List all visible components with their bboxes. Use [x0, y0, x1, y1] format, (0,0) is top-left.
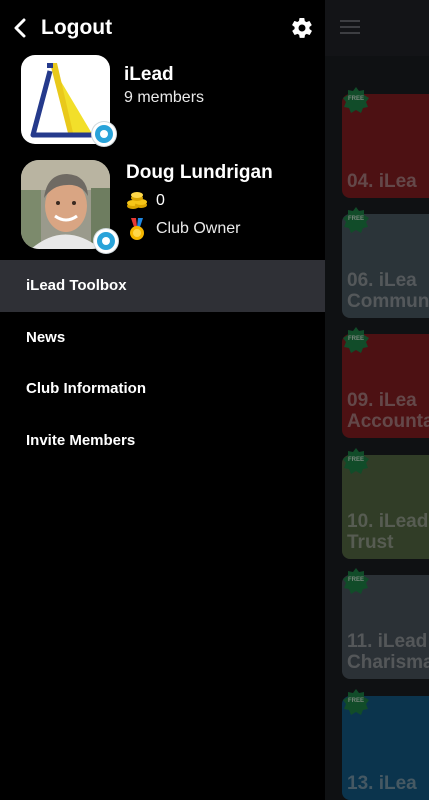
menu-item-news[interactable]: News	[0, 312, 325, 364]
club-name: iLead	[124, 64, 174, 85]
menu-item-club-information[interactable]: Club Information	[0, 363, 325, 415]
drawer-scrim[interactable]	[325, 0, 429, 800]
coins-icon	[127, 192, 147, 209]
user-name: Doug Lundrigan	[126, 162, 273, 183]
logout-button[interactable]: Logout	[41, 16, 112, 40]
menu-item-invite-members[interactable]: Invite Members	[0, 415, 325, 467]
drawer-menu: iLead Toolbox News Club Information Invi…	[0, 260, 325, 466]
navigation-drawer: Logout iLead 9 members Doug Lundrigan 0 …	[0, 0, 325, 800]
profile-settings-badge-icon[interactable]	[94, 229, 118, 253]
user-role: Club Owner	[156, 220, 241, 237]
back-arrow-icon[interactable]	[12, 18, 28, 38]
gear-icon[interactable]	[290, 16, 314, 40]
club-settings-badge-icon[interactable]	[92, 122, 116, 146]
drawer-header: Logout	[0, 0, 325, 56]
menu-item-ilead-toolbox[interactable]: iLead Toolbox	[0, 260, 325, 312]
medal-icon	[130, 218, 144, 240]
coin-balance: 0	[156, 192, 165, 209]
club-member-count[interactable]: 9 members	[124, 89, 204, 107]
